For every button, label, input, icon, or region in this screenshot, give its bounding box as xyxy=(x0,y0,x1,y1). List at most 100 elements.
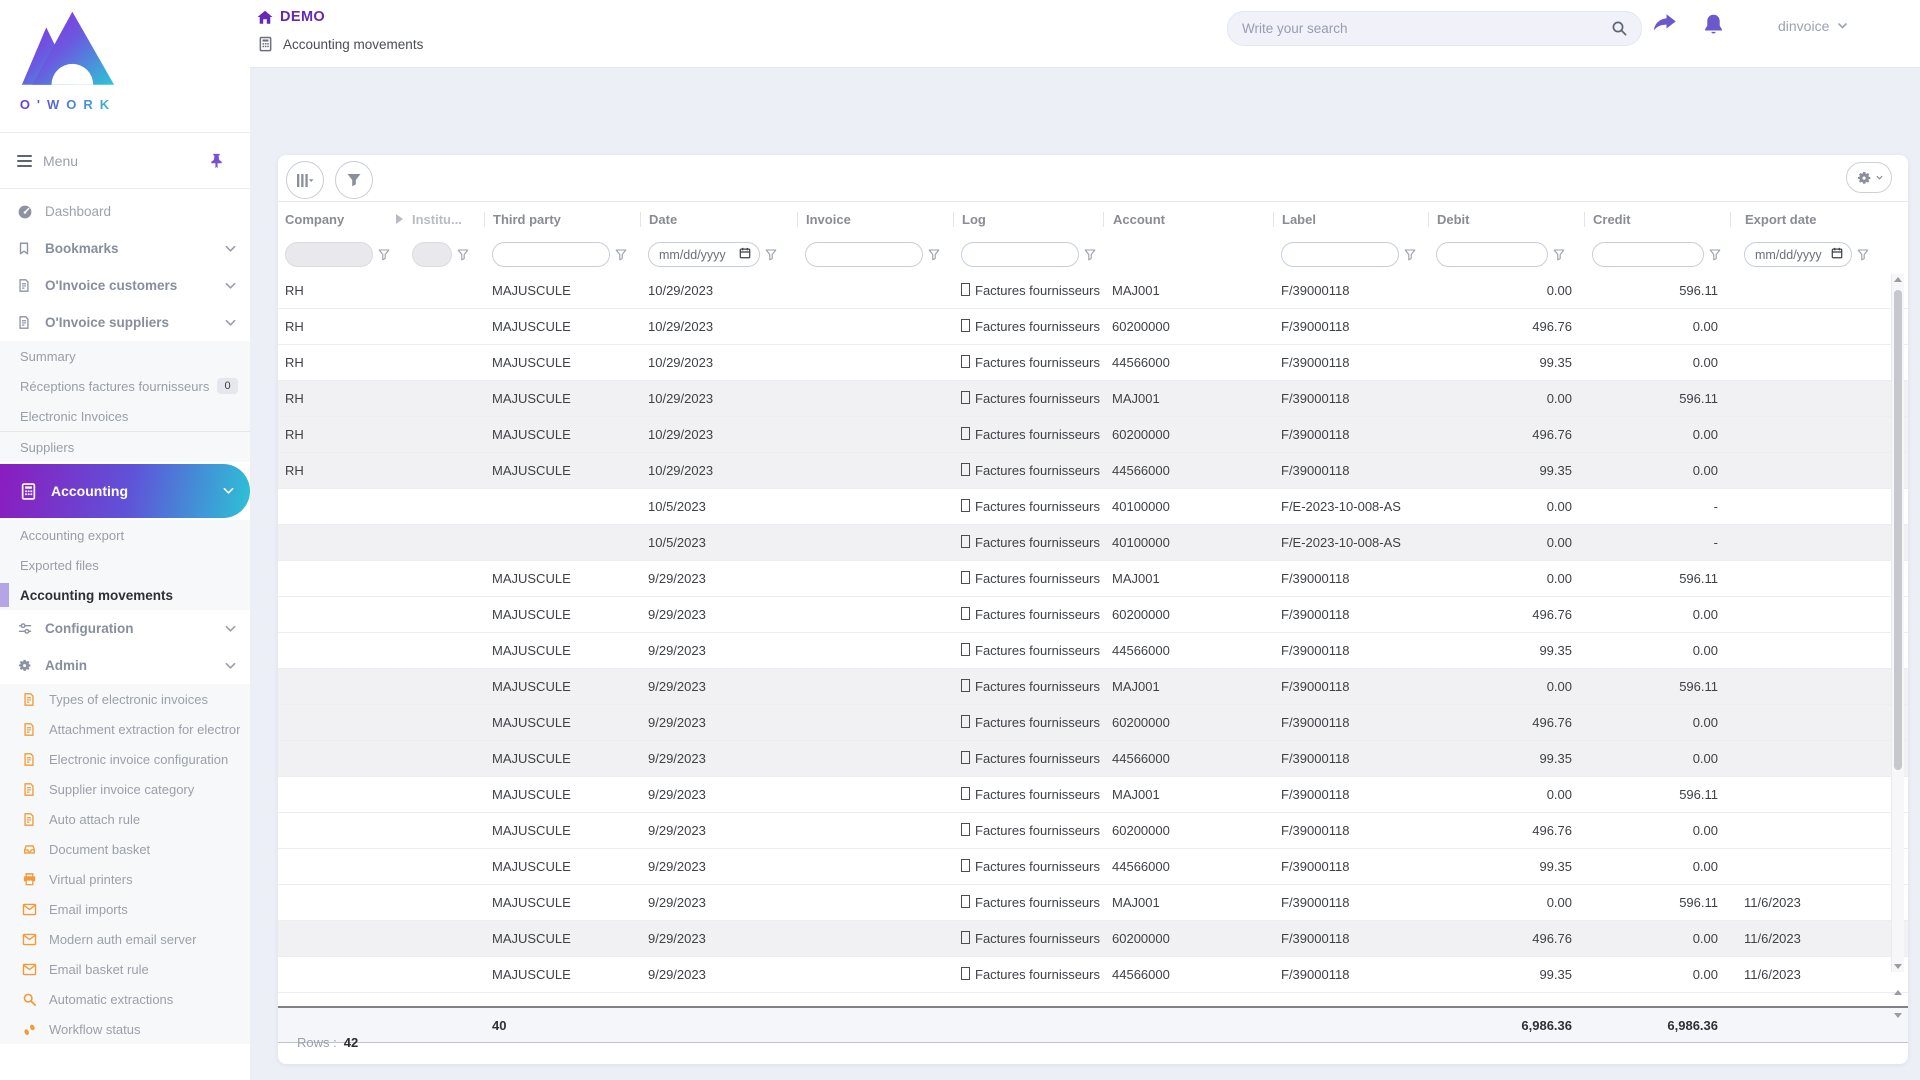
calculator-icon xyxy=(258,36,273,52)
search-input[interactable] xyxy=(1228,21,1611,36)
sidebar-item-virtual-printers[interactable]: Virtual printers xyxy=(0,864,250,894)
totals-scrollbar[interactable] xyxy=(1892,987,1904,1021)
table-row[interactable]: MAJUSCULE 9/29/2023 Factures fournisseurs 4… xyxy=(278,957,1908,993)
table-row[interactable]: RH MAJUSCULE 10/29/2023 Factures fournisseu… xyxy=(278,381,1908,417)
sidebar-item-o-invoice-customers[interactable]: O'Invoice customers xyxy=(0,267,250,304)
col-header-label[interactable]: Label xyxy=(1273,211,1428,227)
sidebar-item-summary[interactable]: Summary xyxy=(0,341,250,371)
cell-third-party: MAJUSCULE xyxy=(492,283,571,298)
share-icon[interactable] xyxy=(1652,13,1677,36)
sidebar-item-o-invoice-suppliers[interactable]: O'Invoice suppliers xyxy=(0,304,250,341)
filter-input-export-date[interactable] xyxy=(1745,247,1831,262)
col-header-account[interactable]: Account xyxy=(1103,211,1273,227)
sidebar-item-email-imports[interactable]: Email imports xyxy=(0,894,250,924)
table-row[interactable]: RH MAJUSCULE 10/29/2023 Factures fournisseu… xyxy=(278,453,1908,489)
hamburger-icon[interactable] xyxy=(17,154,32,167)
calendar-icon[interactable] xyxy=(1831,246,1843,264)
scroll-up-icon[interactable] xyxy=(1894,990,1902,995)
filter-input-debit[interactable] xyxy=(1437,247,1547,262)
sidebar-item-types-of-electronic-invoices[interactable]: Types of electronic invoices xyxy=(0,684,250,714)
filter-input-invoice[interactable] xyxy=(806,247,922,262)
sidebar-item-dashboard[interactable]: Dashboard xyxy=(0,193,250,230)
table-row[interactable]: RH MAJUSCULE 10/29/2023 Factures fournisseu… xyxy=(278,273,1908,309)
scrollbar-thumb[interactable] xyxy=(1894,290,1902,770)
table-row[interactable]: 10/5/2023 Factures fournisseurs 40100000 F/… xyxy=(278,489,1908,525)
scroll-up-icon[interactable] xyxy=(1894,277,1902,282)
filter-funnel-date[interactable] xyxy=(765,248,777,261)
filter-funnel-company[interactable] xyxy=(378,248,390,261)
sidebar-item-suppliers[interactable]: Suppliers xyxy=(0,432,250,462)
sidebar-item-supplier-invoice-category[interactable]: Supplier invoice category xyxy=(0,774,250,804)
table-row[interactable]: MAJUSCULE 9/29/2023 Factures fournisseurs M… xyxy=(278,669,1908,705)
sidebar-item-bookmarks[interactable]: Bookmarks xyxy=(0,230,250,267)
sidebar-item-modern-auth-email-server[interactable]: Modern auth email server xyxy=(0,924,250,954)
col-header-institution[interactable]: Institu... xyxy=(412,212,484,227)
filter-funnel-third-party[interactable] xyxy=(615,248,627,261)
sidebar-item-workflow-status[interactable]: Workflow status xyxy=(0,1014,250,1044)
col-header-credit[interactable]: Credit xyxy=(1584,211,1730,227)
sidebar-item-r-ceptions-factures-fournisseurs[interactable]: Réceptions factures fournisseurs 0 xyxy=(0,371,250,401)
filter-button[interactable] xyxy=(335,161,373,199)
columns-button[interactable] xyxy=(286,161,324,199)
table-row[interactable]: MAJUSCULE 9/29/2023 Factures fournisseurs M… xyxy=(278,885,1908,921)
table-row[interactable]: RH MAJUSCULE 10/29/2023 Factures fournisseu… xyxy=(278,345,1908,381)
table-row[interactable]: 10/5/2023 Factures fournisseurs 40100000 F/… xyxy=(278,525,1908,561)
filter-input-date[interactable] xyxy=(649,247,739,262)
table-row[interactable]: MAJUSCULE 9/29/2023 Factures fournisseurs M… xyxy=(278,561,1908,597)
sidebar-item-configuration[interactable]: Configuration xyxy=(0,610,250,647)
sidebar-item-document-basket[interactable]: Document basket xyxy=(0,834,250,864)
sidebar-item-electronic-invoices[interactable]: Electronic Invoices xyxy=(0,401,250,432)
cell-export-date: 11/6/2023 xyxy=(1744,895,1801,910)
table-row[interactable]: MAJUSCULE 9/29/2023 Factures fournisseurs 4… xyxy=(278,741,1908,777)
table-settings-button[interactable] xyxy=(1846,162,1892,193)
pin-icon[interactable] xyxy=(210,153,223,169)
sidebar-item-attachment-extraction-for-electron[interactable]: Attachment extraction for electron xyxy=(0,714,250,744)
filter-input-log[interactable] xyxy=(962,247,1078,262)
sidebar-item-automatic-extractions[interactable]: Automatic extractions xyxy=(0,984,250,1014)
table-row[interactable]: MAJUSCULE 9/29/2023 Factures fournisseurs M… xyxy=(278,777,1908,813)
home-icon[interactable] xyxy=(257,10,273,25)
search-icon[interactable] xyxy=(1611,20,1628,37)
sidebar-item-admin[interactable]: Admin xyxy=(0,647,250,684)
expand-columns[interactable] xyxy=(396,212,412,227)
table-row[interactable]: MAJUSCULE 9/29/2023 Factures fournisseurs 6… xyxy=(278,813,1908,849)
table-row[interactable]: MAJUSCULE 9/29/2023 Factures fournisseurs 6… xyxy=(278,921,1908,957)
col-header-third-party[interactable]: Third party xyxy=(484,211,640,227)
sidebar-item-email-basket-rule[interactable]: Email basket rule xyxy=(0,954,250,984)
cell-company: RH xyxy=(285,355,304,370)
table-row[interactable]: MAJUSCULE 9/29/2023 Factures fournisseurs 6… xyxy=(278,705,1908,741)
sidebar-item-electronic-invoice-configuration[interactable]: Electronic invoice configuration xyxy=(0,744,250,774)
sidebar-item-auto-attach-rule[interactable]: Auto attach rule xyxy=(0,804,250,834)
table-row[interactable]: RH MAJUSCULE 10/29/2023 Factures fournisseu… xyxy=(278,309,1908,345)
user-menu[interactable]: dinvoice xyxy=(1778,18,1848,34)
filter-input-third-party[interactable] xyxy=(493,247,609,262)
col-header-company[interactable]: Company xyxy=(278,212,396,227)
filter-input-credit[interactable] xyxy=(1593,247,1703,262)
sidebar-item-exported-files[interactable]: Exported files xyxy=(0,550,250,580)
filter-funnel-debit[interactable] xyxy=(1553,248,1565,261)
calendar-icon[interactable] xyxy=(739,246,751,264)
table-row[interactable]: RH MAJUSCULE 10/29/2023 Factures fournisseu… xyxy=(278,417,1908,453)
filter-funnel-institution[interactable] xyxy=(457,248,469,261)
col-header-export-date[interactable]: Export date xyxy=(1730,211,1880,227)
scroll-down-icon[interactable] xyxy=(1894,964,1902,969)
table-row[interactable]: MAJUSCULE 9/29/2023 Factures fournisseurs 4… xyxy=(278,849,1908,885)
filter-funnel-export-date[interactable] xyxy=(1857,248,1869,261)
table-row[interactable]: MAJUSCULE 9/29/2023 Factures fournisseurs 4… xyxy=(278,633,1908,669)
col-header-log[interactable]: Log xyxy=(953,211,1103,227)
filter-input-label[interactable] xyxy=(1282,247,1398,262)
filter-funnel-invoice[interactable] xyxy=(928,248,940,261)
sidebar-item-accounting[interactable]: Accounting xyxy=(0,464,250,518)
col-header-date[interactable]: Date xyxy=(640,211,797,227)
col-header-debit[interactable]: Debit xyxy=(1428,211,1584,227)
filter-funnel-label[interactable] xyxy=(1404,248,1416,261)
vertical-scrollbar[interactable] xyxy=(1891,274,1904,972)
filter-funnel-log[interactable] xyxy=(1084,248,1096,261)
scroll-down-icon[interactable] xyxy=(1894,1013,1902,1018)
sidebar-item-accounting-movements[interactable]: Accounting movements xyxy=(0,580,250,610)
sidebar-item-accounting-export[interactable]: Accounting export xyxy=(0,520,250,550)
filter-funnel-credit[interactable] xyxy=(1709,248,1721,261)
col-header-invoice[interactable]: Invoice xyxy=(797,211,953,227)
notifications-icon[interactable] xyxy=(1702,13,1725,37)
table-row[interactable]: MAJUSCULE 9/29/2023 Factures fournisseurs 6… xyxy=(278,597,1908,633)
